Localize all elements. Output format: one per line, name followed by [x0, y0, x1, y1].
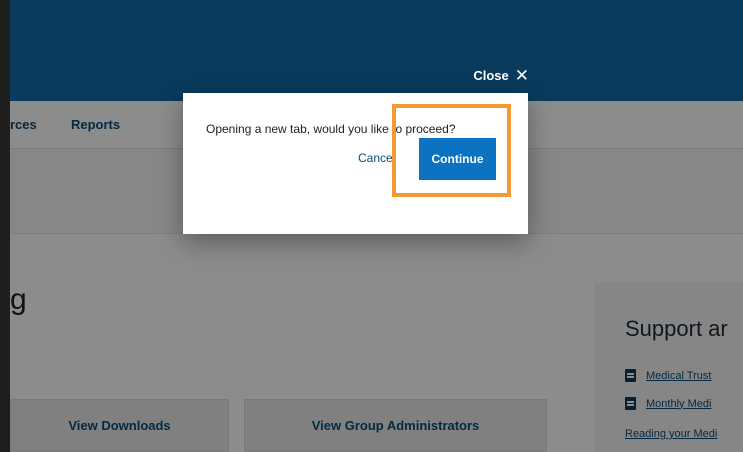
site-header: Close ✕ — [10, 0, 743, 101]
new-tab-dialog: Opening a new tab, would you like to pro… — [183, 93, 528, 234]
close-link[interactable]: Close ✕ — [473, 66, 529, 85]
close-icon: ✕ — [514, 66, 529, 85]
window-edge — [0, 0, 10, 452]
dialog-message: Opening a new tab, would you like to pro… — [206, 122, 456, 136]
cancel-button[interactable]: Cancel — [358, 151, 395, 165]
continue-button[interactable]: Continue — [419, 138, 496, 180]
close-label: Close — [473, 68, 509, 83]
